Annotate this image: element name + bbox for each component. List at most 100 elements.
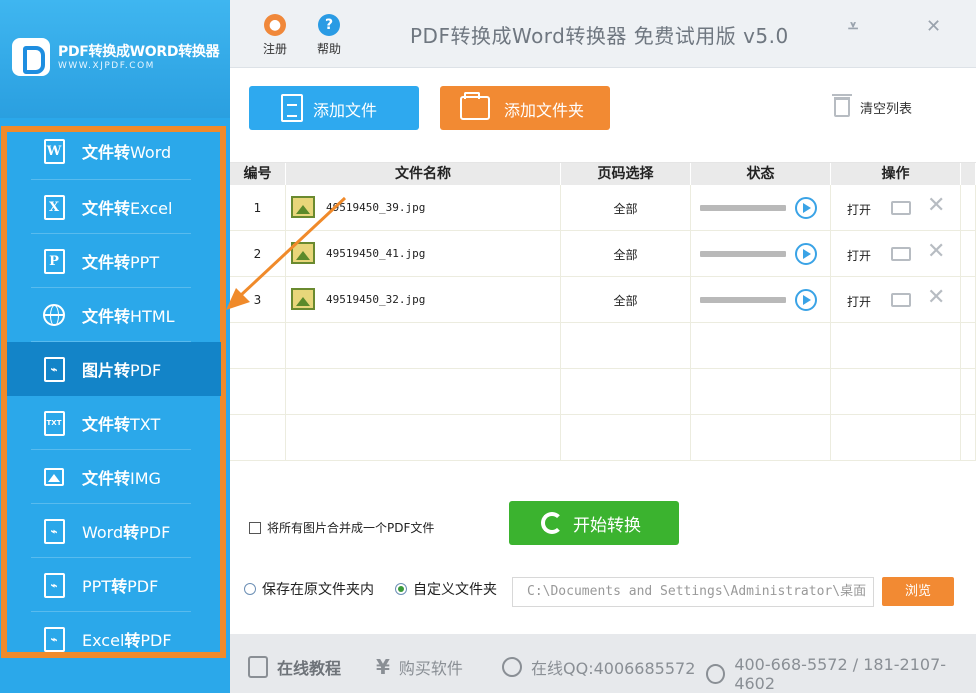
menu-label-cn: 文件转 [82,253,131,272]
register-button[interactable]: ● 注册 [255,14,295,57]
page-selection[interactable]: 全部 [561,185,691,231]
add-file-button[interactable]: 添加文件 [249,86,419,130]
phone-label: 400-668-5572 / 181-2107-4602 [734,655,947,693]
save-original-label: 保存在原文件夹内 [262,582,374,598]
image-thumbnail-icon [291,196,315,218]
save-original-radio[interactable] [244,583,256,595]
menu-item-file-to-img[interactable]: 文件转IMG [7,450,221,504]
play-icon[interactable] [795,243,817,265]
add-folder-label: 添加文件夹 [504,101,585,120]
phone-contact: 400-668-5572 / 181-2107-4602 [706,655,976,693]
column-header: 状态 [691,163,831,185]
menu-label-pre: Word [82,523,124,542]
qq-contact[interactable]: 在线QQ:4006685572 [502,655,695,679]
sidebar: PDF转换成WORD转换器 WWW.XJPDF.COM W 文件转Word X … [0,0,230,693]
table-row[interactable]: 1 49519450_39.jpg 全部 打开 ✕ [230,185,976,231]
save-original-option[interactable]: 保存在原文件夹内 [244,579,374,599]
row-number: 3 [230,277,286,323]
merge-checkbox[interactable] [249,521,261,534]
output-path-field[interactable]: C:\Documents and Settings\Administrator\… [512,577,874,607]
user-icon: ● [264,14,286,36]
folder-open-icon[interactable] [891,293,911,307]
clear-list-button[interactable]: 清空列表 [832,94,912,117]
word-doc-icon: W [41,138,67,164]
browse-button[interactable]: 浏览 [882,577,954,606]
column-header: 页码选择 [561,163,691,185]
folder-open-icon[interactable] [891,247,911,261]
page-selection[interactable]: 全部 [561,231,691,277]
page-selection[interactable]: 全部 [561,277,691,323]
buy-software-link[interactable]: ¥ 购买软件 [376,655,463,679]
table-row[interactable]: 2 49519450_41.jpg 全部 打开 ✕ [230,231,976,277]
online-tutorial-link[interactable]: 在线教程 [248,655,341,679]
menu-label-pre: PPT [82,577,112,596]
logo-area: PDF转换成WORD转换器 WWW.XJPDF.COM [0,0,230,118]
close-window-icon[interactable]: ✕ [926,16,941,37]
menu-item-file-to-excel[interactable]: X 文件转Excel [7,180,221,234]
progress-bar [700,251,786,257]
menu-label-cn: 文件转 [82,307,131,326]
image-icon [41,464,67,490]
progress-bar [700,205,786,211]
add-file-label: 添加文件 [313,101,378,120]
menu-item-image-to-pdf[interactable]: ⌁ 图片转PDF [7,342,221,396]
help-label: 帮助 [316,42,341,56]
start-convert-label: 开始转换 [573,516,641,536]
folder-icon [460,92,490,120]
yen-icon: ¥ [376,655,390,679]
progress-bar [700,297,786,303]
start-convert-button[interactable]: 开始转换 [509,501,679,545]
menu-label-en: PDF [139,523,171,542]
open-button[interactable]: 打开 [847,201,871,218]
table-header: 编号 文件名称 页码选择 状态 操作 [230,163,976,185]
qq-icon [502,657,522,677]
ppt-doc-icon: P [41,248,67,274]
menu-label-cn: 转 [124,631,141,650]
refresh-icon [541,512,563,534]
merge-label: 将所有图片合并成一个PDF文件 [267,521,435,535]
menu-item-ppt-to-pdf[interactable]: ⌁ PPT转PDF [7,558,221,612]
menu-label-cn: 转 [123,523,140,542]
window-title: PDF转换成Word转换器 免费试用版 v5.0 [410,24,789,48]
menu-item-file-to-ppt[interactable]: P 文件转PPT [7,234,221,288]
minimize-icon[interactable]: ⩡ [848,16,858,37]
table-row-empty [230,415,976,461]
save-custom-label: 自定义文件夹 [413,582,497,598]
tutorial-label: 在线教程 [277,659,342,678]
open-button[interactable]: 打开 [847,247,871,264]
play-icon[interactable] [795,197,817,219]
txt-doc-icon: TXT [41,410,67,436]
folder-open-icon[interactable] [891,201,911,215]
pdf-doc-icon: ⌁ [41,356,67,382]
menu-label-en: TXT [130,415,161,434]
menu-item-excel-to-pdf[interactable]: ⌁ Excel转PDF [7,612,221,666]
open-button[interactable]: 打开 [847,293,871,310]
menu-label-en: IMG [130,469,161,488]
row-number: 2 [230,231,286,277]
menu-label-en: PDF [130,361,162,380]
pdf-doc-icon: ⌁ [41,626,67,652]
qq-label: 在线QQ:4006685572 [531,659,696,678]
save-custom-option[interactable]: 自定义文件夹 [395,579,497,599]
trash-icon [832,94,852,117]
remove-icon[interactable]: ✕ [927,285,945,310]
save-custom-radio[interactable] [395,583,407,595]
menu-label-en: PDF [140,631,172,650]
menu-label-cn: 转 [111,577,128,596]
remove-icon[interactable]: ✕ [927,193,945,218]
file-table: 编号 文件名称 页码选择 状态 操作 1 49519450_39.jpg 全部 … [230,162,976,464]
menu-item-file-to-word[interactable]: W 文件转Word [7,122,221,180]
add-folder-button[interactable]: 添加文件夹 [440,86,610,130]
help-button[interactable]: ? 帮助 [309,14,349,57]
title-bar: ● 注册 ? 帮助 PDF转换成Word转换器 免费试用版 v5.0 ⩡ ✕ [230,0,976,68]
play-icon[interactable] [795,289,817,311]
menu-item-file-to-html[interactable]: 文件转HTML [7,288,221,342]
merge-option[interactable]: 将所有图片合并成一个PDF文件 [249,519,434,536]
remove-icon[interactable]: ✕ [927,239,945,264]
menu-label-cn: 文件转 [82,469,131,488]
menu-item-file-to-txt[interactable]: TXT 文件转TXT [7,396,221,450]
menu-label-en: HTML [130,307,175,326]
menu-item-word-to-pdf[interactable]: ⌁ Word转PDF [7,504,221,558]
table-row[interactable]: 3 49519450_32.jpg 全部 打开 ✕ [230,277,976,323]
menu-label-cn: 文件转 [82,199,131,218]
